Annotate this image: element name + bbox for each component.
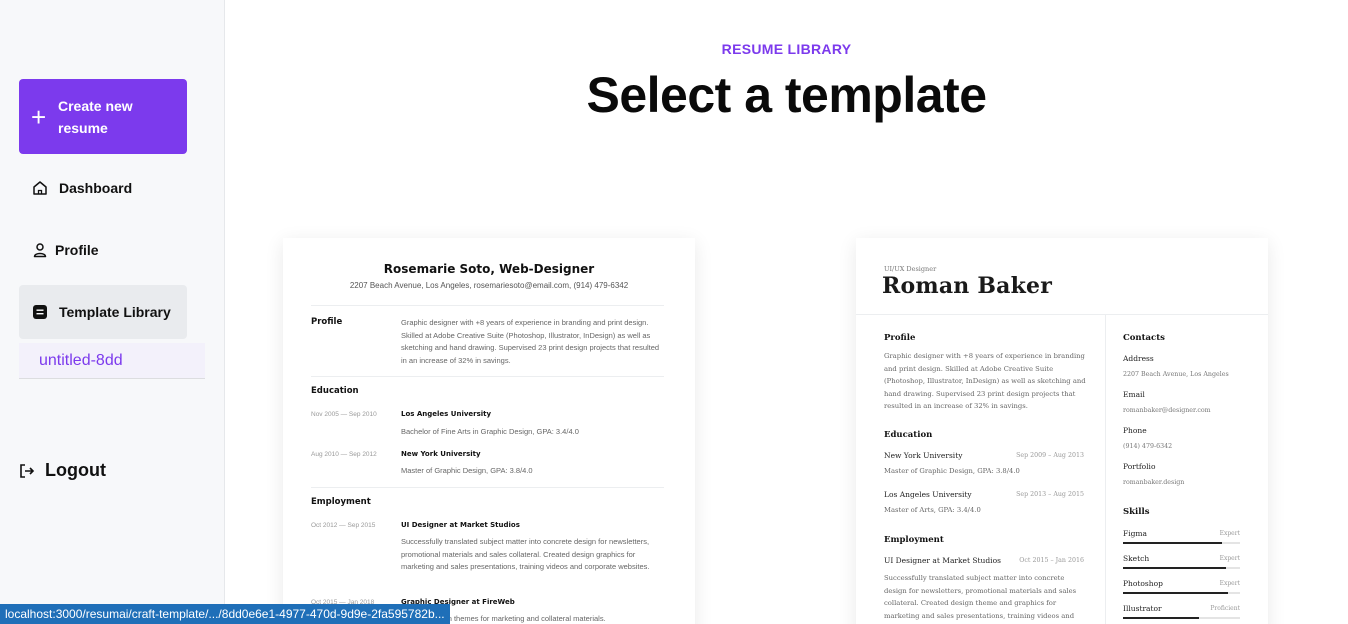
- template-card-roman[interactable]: UI/UX Designer Roman Baker Profile Graph…: [856, 238, 1268, 624]
- sidebar-item-label: Dashboard: [59, 180, 133, 196]
- skill-row: Photoshop Expert: [1123, 579, 1240, 594]
- skill-level: Expert: [1219, 580, 1240, 587]
- template-icon: [31, 303, 49, 321]
- section-heading-profile: Profile: [884, 333, 916, 343]
- contact-value: (914) 479-6342: [1123, 443, 1173, 450]
- education-dates: Nov 2005 — Sep 2010: [311, 411, 377, 418]
- education-detail: Bachelor of Fine Arts in Graphic Design,…: [401, 427, 579, 436]
- skill-bar-fill: [1123, 617, 1200, 619]
- skill-bar: [1123, 617, 1240, 619]
- skill-bar: [1123, 592, 1240, 594]
- sidebar-item-dashboard[interactable]: Dashboard: [19, 161, 187, 215]
- resume-role: UI/UX Designer: [884, 265, 937, 273]
- education-dates: Aug 2010 — Sep 2012: [311, 451, 377, 458]
- resume-name: Rosemarie Soto, Web-Designer: [383, 262, 595, 276]
- education-dates: Sep 2013 – Aug 2015: [1016, 491, 1084, 498]
- sidebar: + Create new resume Dashboard Profile Te…: [0, 0, 225, 624]
- resume-name: Roman Baker: [882, 273, 1053, 299]
- section-heading-profile: Profile: [311, 317, 343, 327]
- contact-label: Email: [1123, 390, 1145, 399]
- contact-value: 2207 Beach Avenue, Los Angeles: [1123, 371, 1229, 378]
- profile-text: Graphic designer with +8 years of experi…: [884, 352, 1086, 410]
- section-heading-employment: Employment: [884, 535, 944, 545]
- education-detail: Master of Arts, GPA: 3.4/4.0: [884, 506, 981, 514]
- sidebar-subitem-resume[interactable]: untitled-8dd: [19, 343, 205, 379]
- home-icon: [31, 179, 49, 197]
- section-heading-education: Education: [311, 386, 359, 396]
- employment-dates: Oct 2015 – Jan 2016: [1019, 557, 1084, 564]
- divider: [311, 305, 664, 306]
- skill-bar-fill: [1123, 592, 1229, 594]
- skill-level: Proficient: [1210, 605, 1240, 612]
- education-detail: Master of Graphic Design, GPA: 3.8/4.0: [884, 467, 1020, 475]
- education-org: Los Angeles University: [401, 410, 492, 418]
- skill-level: Expert: [1219, 555, 1240, 562]
- column-divider: [1105, 315, 1106, 624]
- skill-level: Expert: [1219, 530, 1240, 537]
- create-new-resume-label: Create new resume: [58, 97, 133, 136]
- divider: [311, 376, 664, 377]
- sidebar-item-profile[interactable]: Profile: [19, 223, 187, 277]
- employment-org: UI Designer at Market Studios: [401, 521, 520, 529]
- employment-detail: Successfully translated subject matter i…: [884, 574, 1077, 620]
- page-eyebrow: RESUME LIBRARY: [721, 41, 852, 57]
- skill-bar: [1123, 542, 1240, 544]
- sidebar-item-template-library[interactable]: Template Library: [19, 285, 187, 339]
- education-dates: Sep 2009 – Aug 2013: [1016, 452, 1084, 459]
- divider: [311, 487, 664, 488]
- app-root: + Create new resume Dashboard Profile Te…: [0, 0, 1348, 624]
- contact-label: Address: [1123, 354, 1154, 363]
- skill-bar-fill: [1123, 542, 1223, 544]
- plus-icon: +: [31, 101, 47, 132]
- section-heading-skills: Skills: [1123, 507, 1150, 517]
- skill-row: Illustrator Proficient: [1123, 604, 1240, 619]
- template-card-rosemarie[interactable]: Rosemarie Soto, Web-Designer 2207 Beach …: [283, 238, 695, 624]
- logout-icon: [19, 463, 37, 479]
- browser-status-bar: localhost:3000/resumai/craft-template/..…: [0, 604, 450, 624]
- employment-org: UI Designer at Market Studios: [884, 556, 1001, 565]
- resume-contact-line: 2207 Beach Avenue, Los Angeles, rosemari…: [349, 281, 629, 290]
- divider: [856, 314, 1268, 315]
- employment-detail: Successfully translated subject matter i…: [401, 537, 650, 571]
- contact-label: Portfolio: [1123, 462, 1156, 471]
- skill-row: Sketch Expert: [1123, 554, 1240, 569]
- sidebar-item-label: Template Library: [59, 304, 171, 320]
- logout-label: Logout: [45, 460, 106, 480]
- section-heading-contacts: Contacts: [1123, 333, 1165, 343]
- contact-value: romanbaker.design: [1123, 479, 1185, 486]
- sidebar-item-label: Profile: [55, 242, 99, 258]
- contact-label: Phone: [1123, 426, 1147, 435]
- education-detail: Master of Graphic Design, GPA: 3.8/4.0: [401, 466, 533, 475]
- section-heading-employment: Employment: [311, 497, 371, 507]
- contact-value: romanbaker@designer.com: [1123, 407, 1211, 414]
- page-title: Select a template: [586, 67, 987, 123]
- education-org: Los Angeles University: [884, 490, 972, 499]
- skill-row: Figma Expert: [1123, 529, 1240, 544]
- skill-bar: [1123, 567, 1240, 569]
- create-new-resume-button[interactable]: + Create new resume: [19, 79, 187, 154]
- logout-button[interactable]: Logout: [19, 460, 106, 481]
- user-icon: [31, 241, 49, 259]
- skill-bar-fill: [1123, 567, 1226, 569]
- profile-text: Graphic designer with +8 years of experi…: [401, 318, 660, 365]
- employment-dates: Oct 2012 — Sep 2015: [311, 522, 376, 529]
- education-org: New York University: [884, 451, 963, 460]
- education-org: New York University: [401, 450, 481, 458]
- section-heading-education: Education: [884, 430, 933, 440]
